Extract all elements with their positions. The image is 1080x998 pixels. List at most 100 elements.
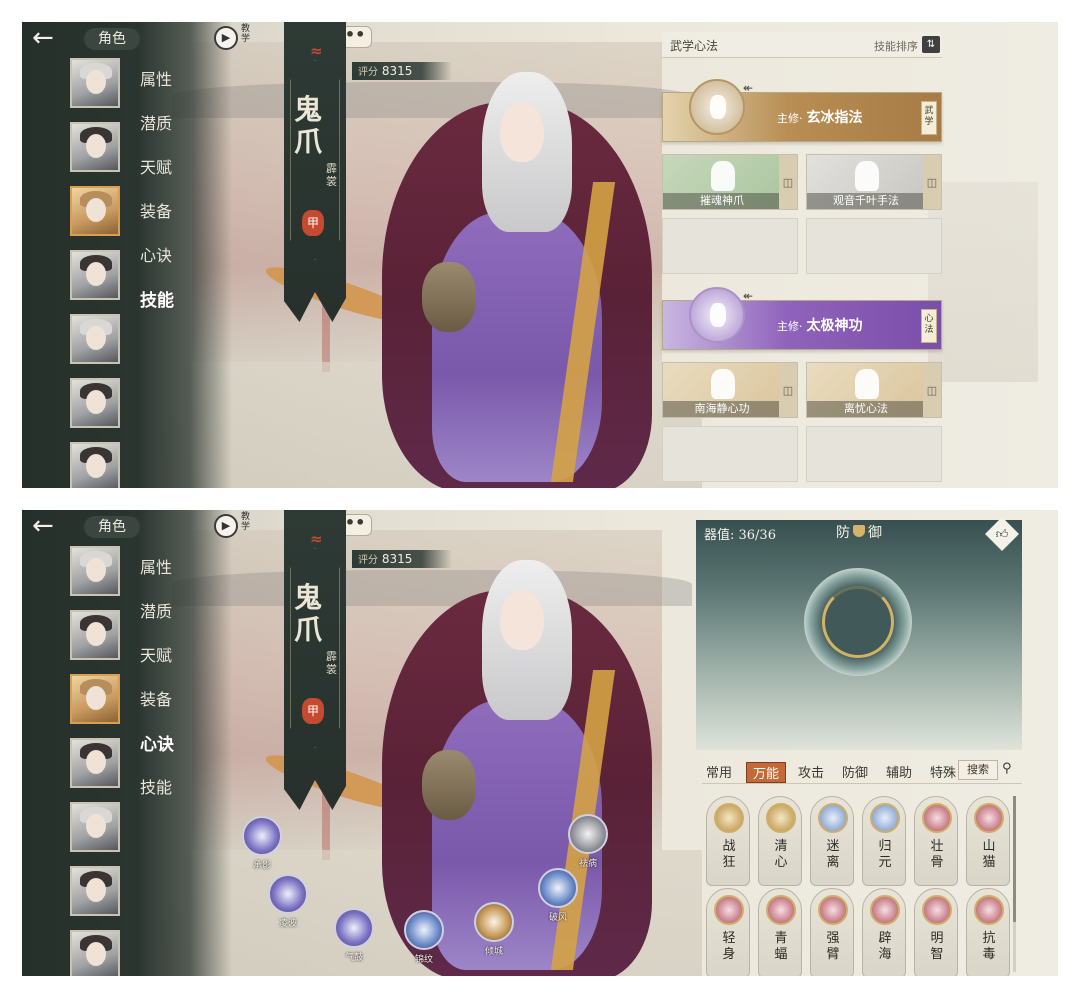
gem-icon (766, 803, 796, 833)
avatar[interactable] (70, 930, 120, 976)
skills-panel: 武学心法 技能排序 ⇅ ↞ 主修· 玄冰指法 武学 摧魂神爪 ◫ 观音千叶手法 ◫… (662, 32, 952, 482)
back-arrow-icon[interactable]: ← (32, 513, 72, 539)
empty-skill-slot[interactable] (662, 218, 798, 274)
empty-skill-slot[interactable] (806, 426, 942, 482)
mind-slot[interactable]: 抗毒 (966, 888, 1010, 976)
banner-flourish-icon: ≈ (310, 530, 323, 548)
tutorial-label[interactable]: 教学 (241, 512, 253, 532)
score-value: 8315 (381, 552, 413, 566)
gem-icon (974, 803, 1004, 833)
sidebar-item-equipment[interactable]: 装备 (140, 198, 172, 222)
tutorial-play-icon[interactable]: ▶ (214, 514, 238, 538)
mind-slot[interactable]: 强臂 (810, 888, 854, 976)
gem-icon (922, 895, 952, 925)
score-label: 评分 (358, 67, 378, 78)
trash-icon[interactable]: ◫ (923, 155, 941, 209)
avatar[interactable] (70, 314, 120, 364)
sub-skill-slot[interactable]: 摧魂神爪 ◫ (662, 154, 798, 210)
sidebar-item-skills[interactable]: 技能 (140, 286, 174, 311)
search-icon[interactable]: ⚲ (1002, 760, 1018, 778)
sort-skills-label[interactable]: 技能排序 (874, 38, 918, 54)
gem-icon (818, 803, 848, 833)
main-inner-skill[interactable]: ↞ 主修· 太极神功 心法 (662, 287, 942, 350)
skill-orb[interactable] (568, 814, 608, 854)
sub-skill-slot[interactable]: 离忧心法 ◫ (806, 362, 942, 418)
trash-icon[interactable]: ◫ (779, 363, 797, 417)
sidebar-item-attributes[interactable]: 属性 (140, 554, 172, 578)
sidebar-item-potential[interactable]: 潜质 (140, 110, 172, 134)
mind-slot[interactable]: 战狂 (706, 796, 750, 886)
character-title: 霹裳 (326, 162, 337, 188)
main-skill-label: 主修· 太极神功 (777, 318, 863, 334)
sidebar-item-equipment[interactable]: 装备 (140, 686, 172, 710)
main-martial-skill[interactable]: ↞ 主修· 玄冰指法 武学 (662, 79, 942, 142)
avatar[interactable] (70, 250, 120, 300)
banner-flourish-icon: ≈ (310, 42, 323, 60)
tab-special[interactable]: 特殊 (930, 762, 956, 781)
skill-orb[interactable] (474, 902, 514, 942)
avatar-selected[interactable] (70, 674, 120, 724)
back-arrow-icon[interactable]: ← (32, 25, 72, 51)
sidebar-item-skills[interactable]: 技能 (140, 774, 172, 798)
tutorial-label[interactable]: 教学 (241, 24, 253, 44)
gem-icon (870, 895, 900, 925)
gem-icon (714, 895, 744, 925)
sidebar-item-attributes[interactable]: 属性 (140, 66, 172, 90)
skill-orb[interactable] (242, 816, 282, 856)
scrollbar[interactable] (1013, 796, 1016, 972)
sidebar-item-mind[interactable]: 心诀 (140, 242, 172, 266)
mind-slot[interactable]: 壮骨 (914, 796, 958, 886)
avatar[interactable] (70, 802, 120, 852)
score-display: 评分 8315 (352, 550, 452, 568)
sidebar-item-potential[interactable]: 潜质 (140, 598, 172, 622)
sort-icon[interactable]: ⇅ (922, 36, 940, 53)
skill-orb[interactable] (334, 908, 374, 948)
sidebar: ← 角色 属性 潜质 天赋 装备 心诀 技能 (22, 22, 232, 488)
sidebar-item-talent[interactable]: 天赋 (140, 642, 172, 666)
mind-slot[interactable]: 清心 (758, 796, 802, 886)
sidebar-item-talent[interactable]: 天赋 (140, 154, 172, 178)
tab-common[interactable]: 常用 (706, 762, 732, 781)
sub-skill-slot[interactable]: 南海静心功 ◫ (662, 362, 798, 418)
tab-support[interactable]: 辅助 (886, 762, 912, 781)
tab-universal[interactable]: 万能 (746, 762, 787, 783)
empty-skill-slot[interactable] (662, 426, 798, 482)
avatar[interactable] (70, 378, 120, 428)
trash-icon[interactable]: ◫ (779, 155, 797, 209)
avatar-selected[interactable] (70, 186, 120, 236)
trash-icon[interactable]: ◫ (923, 363, 941, 417)
scrollbar-thumb[interactable] (1013, 796, 1016, 922)
mind-slot[interactable]: 明智 (914, 888, 958, 976)
avatar[interactable] (70, 610, 120, 660)
gem-icon (714, 803, 744, 833)
empty-skill-slot[interactable] (806, 218, 942, 274)
skill-figure-icon (855, 161, 879, 191)
skill-orb[interactable] (404, 910, 444, 950)
gem-icon (766, 895, 796, 925)
skill-figure-icon (711, 369, 735, 399)
avatar[interactable] (70, 866, 120, 916)
sub-skill-slot[interactable]: 观音千叶手法 ◫ (806, 154, 942, 210)
tab-attack[interactable]: 攻击 (798, 762, 824, 781)
grade-badge: 甲 (302, 210, 324, 236)
skill-orb-label: 倾城 (484, 947, 503, 957)
mind-slot[interactable]: 山猫 (966, 796, 1010, 886)
avatar[interactable] (70, 546, 120, 596)
search-button[interactable]: 搜索 (958, 760, 998, 780)
skill-orb[interactable] (268, 874, 308, 914)
skill-orb[interactable] (538, 868, 578, 908)
mind-slot[interactable]: 辟海 (862, 888, 906, 976)
sidebar-item-mind[interactable]: 心诀 (140, 730, 174, 755)
tab-defense[interactable]: 防御 (842, 762, 868, 781)
tutorial-play-icon[interactable]: ▶ (214, 26, 238, 50)
avatar[interactable] (70, 122, 120, 172)
mind-slot[interactable]: 迷离 (810, 796, 854, 886)
avatar[interactable] (70, 442, 120, 488)
avatar[interactable] (70, 58, 120, 108)
mind-slot[interactable]: 轻身 (706, 888, 750, 976)
mind-slot[interactable]: 青蝠 (758, 888, 802, 976)
avatar[interactable] (70, 738, 120, 788)
skill-orb-label: 祛病 (578, 859, 597, 869)
mind-slot[interactable]: 归元 (862, 796, 906, 886)
thumbs-up-icon[interactable]: 👍︎ (985, 517, 1019, 551)
